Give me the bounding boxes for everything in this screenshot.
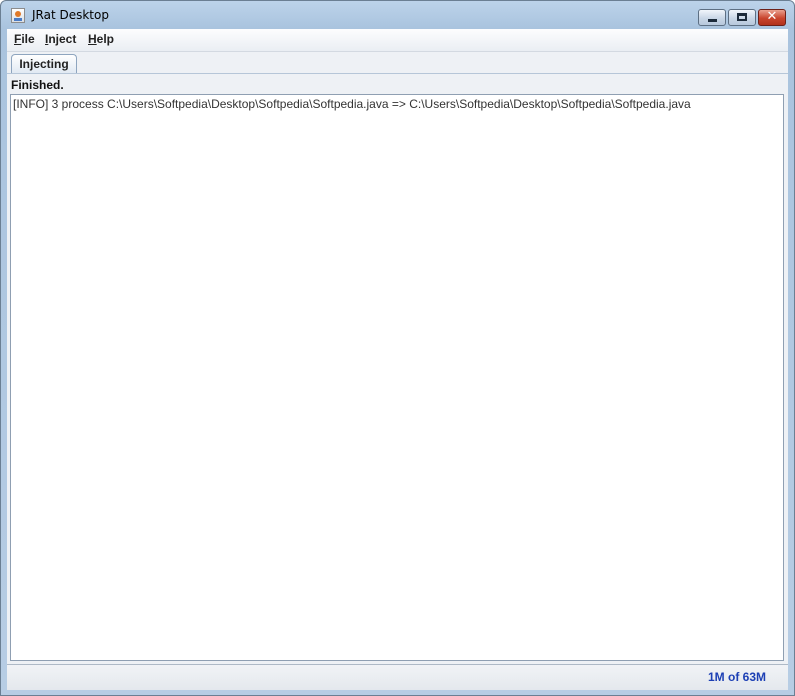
tab-injecting[interactable]: Injecting (11, 54, 77, 74)
menu-file[interactable]: File (14, 32, 35, 46)
close-button[interactable]: ✕ (758, 9, 786, 26)
status-label: Finished. (11, 78, 64, 92)
status-bar: 1M of 63M (7, 664, 788, 690)
close-icon: ✕ (766, 9, 778, 24)
menu-help-label: elp (96, 32, 115, 46)
menu-bar: File Inject Help (7, 29, 788, 51)
menu-file-label: ile (21, 32, 35, 46)
minimize-button[interactable] (698, 9, 726, 26)
menu-inject-label: nject (48, 32, 77, 46)
log-line: [INFO] 3 process C:\Users\Softpedia\Desk… (13, 97, 691, 111)
menu-help[interactable]: Help (88, 32, 114, 46)
window-title: JRat Desktop (32, 8, 109, 22)
minimize-icon (708, 19, 717, 22)
app-window: JRat Desktop ✕ File Inject Help Injectin… (0, 0, 795, 696)
menu-help-mnemonic: H (88, 32, 97, 46)
log-output[interactable]: [INFO] 3 process C:\Users\Softpedia\Desk… (10, 94, 784, 661)
tab-strip: Injecting (7, 51, 788, 74)
java-cup-icon[interactable] (11, 8, 25, 23)
maximize-icon (737, 13, 747, 21)
title-bar[interactable]: JRat Desktop ✕ (1, 1, 794, 29)
maximize-button[interactable] (728, 9, 756, 26)
menu-inject[interactable]: Inject (45, 32, 76, 46)
injecting-panel: Finished. [INFO] 3 process C:\Users\Soft… (7, 73, 788, 664)
memory-indicator[interactable]: 1M of 63M (708, 670, 766, 684)
